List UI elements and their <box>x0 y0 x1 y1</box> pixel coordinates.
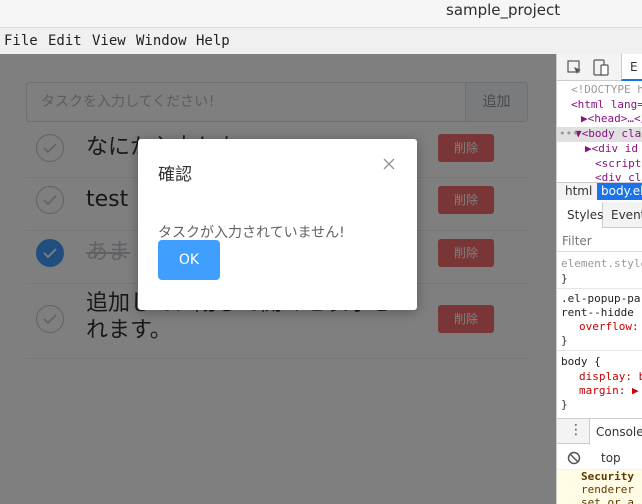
window-title: sample_project <box>446 1 561 19</box>
style-property[interactable]: overflow: h <box>579 320 642 334</box>
dom-line[interactable]: ▶<div id <box>585 142 638 156</box>
crumb-body[interactable]: body.el- <box>597 183 642 200</box>
dom-line[interactable]: <html lang= <box>571 98 642 112</box>
brace: } <box>561 334 568 347</box>
brace: } <box>561 398 568 411</box>
menu-bar: File Edit View Window Help <box>0 29 642 54</box>
dialog-title: 確認 <box>158 165 192 185</box>
console-warning: Security renderer set or a <box>557 469 642 504</box>
more-icon: ••• <box>559 127 579 140</box>
tab-console[interactable]: Console <box>589 419 642 445</box>
menu-help[interactable]: Help <box>196 33 230 49</box>
confirm-dialog: 確認 タスクが入力されていません! OK <box>138 139 417 310</box>
inspect-icon[interactable] <box>567 60 583 76</box>
console-drawer-bar: ⋮ Console <box>557 418 642 445</box>
dom-line[interactable]: <div cl <box>595 171 641 181</box>
dom-line[interactable]: ▶<head>…</ <box>581 112 642 126</box>
style-property[interactable]: display: b <box>579 370 642 384</box>
menu-window[interactable]: Window <box>136 33 187 49</box>
brace: } <box>561 272 568 285</box>
tab-elements[interactable]: E <box>621 54 642 81</box>
window-titlebar: sample_project <box>0 0 642 28</box>
menu-view[interactable]: View <box>92 33 126 49</box>
dom-line: <!DOCTYPE h <box>571 83 642 96</box>
crumb-html[interactable]: html <box>565 184 592 198</box>
tab-styles[interactable]: Styles <box>557 202 603 228</box>
device-toggle-icon[interactable] <box>593 59 609 76</box>
styles-filter-input[interactable] <box>557 230 642 252</box>
dom-line[interactable]: <script <box>595 157 641 171</box>
todo-app: 追加 なにか入力した 削除 test 削除 あま 削除 追加して、閉じて開くと表… <box>0 54 556 504</box>
menu-edit[interactable]: Edit <box>48 33 82 49</box>
close-icon[interactable] <box>380 155 398 173</box>
kebab-menu-icon[interactable]: ⋮ <box>569 423 583 437</box>
tab-event-listeners[interactable]: Event <box>611 202 642 228</box>
context-selector[interactable]: top <box>601 451 621 465</box>
clear-console-icon[interactable] <box>567 451 581 465</box>
breadcrumb: html body.el- <box>557 182 642 200</box>
style-selector: element.style <box>561 257 642 270</box>
ok-button[interactable]: OK <box>158 240 220 280</box>
devtools-toolbar: E <box>557 54 642 81</box>
dialog-message: タスクが入力されていません! <box>158 225 345 241</box>
devtools-panel: E <!DOCTYPE h <html lang= ▶<head>…</ ▼<b… <box>556 54 642 504</box>
styles-tabbar: Styles Event <box>557 202 642 228</box>
style-property[interactable]: margin: ▶ 8 <box>579 384 642 398</box>
menu-file[interactable]: File <box>4 33 38 49</box>
dom-line-selected[interactable]: ▼<body cla ••• <box>557 127 642 142</box>
style-selector: body { <box>561 355 601 368</box>
style-selector: .el-popup-parent--hidde <box>561 292 641 319</box>
